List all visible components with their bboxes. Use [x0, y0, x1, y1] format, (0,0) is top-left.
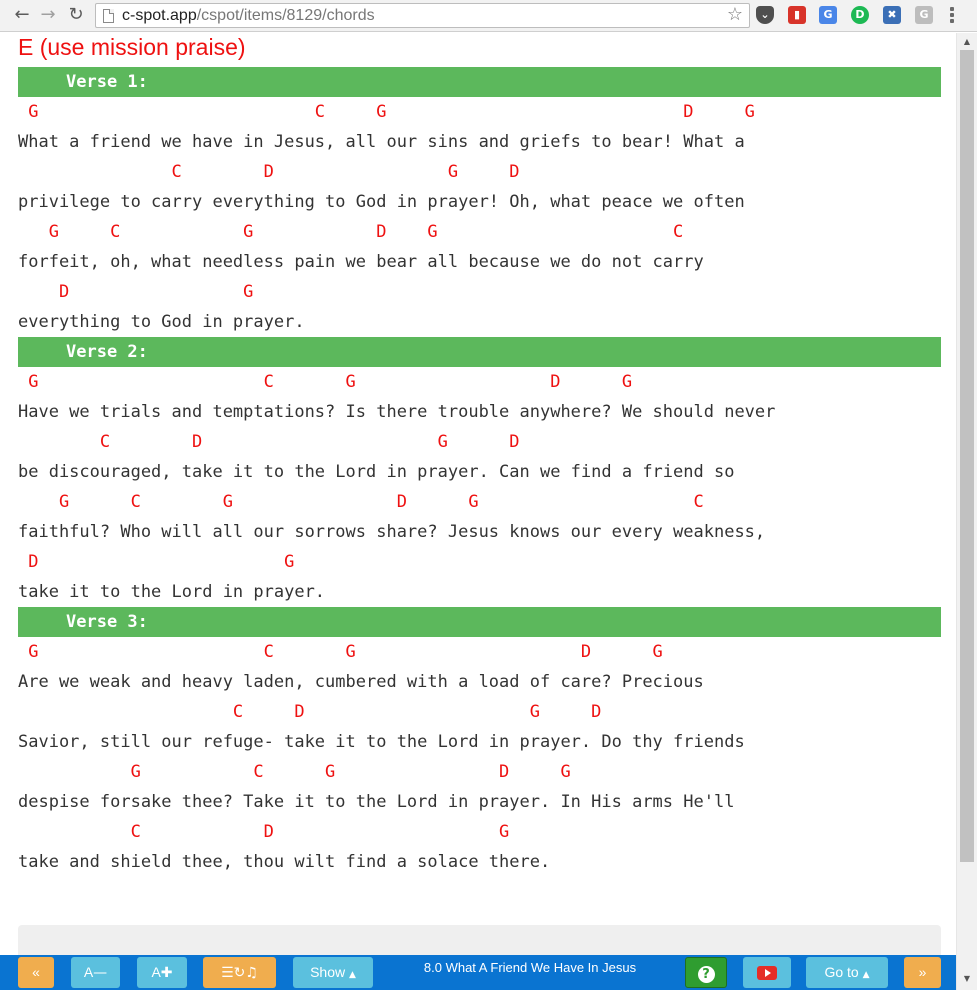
caret-up-icon: ▲: [862, 970, 870, 980]
extension-circle-icon[interactable]: D: [851, 6, 869, 24]
previous-item-button[interactable]: «: [18, 957, 54, 988]
chord-line: C D G D: [18, 432, 520, 452]
next-item-button[interactable]: »: [904, 957, 941, 988]
url-text[interactable]: c-spot.app/cspot/items/8129/chords: [122, 7, 375, 25]
translate-extension-icon[interactable]: G: [819, 6, 837, 24]
presentation-toolbar: « A— A✚ ☰↻♫ Show ▲ 8.0 What A Friend We …: [0, 955, 956, 990]
help-button[interactable]: ?: [685, 957, 727, 988]
reload-icon[interactable]: ↻: [64, 3, 88, 27]
verse-header: Verse 3:: [18, 607, 941, 637]
chord-line: G C G D G: [18, 102, 755, 122]
lyric-line: faithful? Who will all our sorrows share…: [18, 522, 766, 542]
font-smaller-button[interactable]: A—: [71, 957, 120, 988]
pocket-extension-icon[interactable]: ⌄: [756, 6, 774, 24]
plus-icon: ✚: [160, 965, 173, 981]
lyric-line: take and shield thee, thou wilt find a s…: [18, 852, 551, 872]
forward-arrow-icon[interactable]: →: [36, 3, 60, 27]
font-smaller-label: A: [83, 964, 94, 980]
bookmark-extension-icon[interactable]: ▮: [788, 6, 806, 24]
chord-line: D G: [18, 282, 254, 302]
verse-header: Verse 1:: [18, 67, 941, 97]
chord-line: C D G D: [18, 162, 520, 182]
help-icon: ?: [697, 965, 715, 983]
lyric-line: privilege to carry everything to God in …: [18, 192, 745, 212]
goto-menu-button[interactable]: Go to ▲: [806, 957, 888, 988]
youtube-icon: [757, 966, 777, 981]
youtube-button[interactable]: [743, 957, 791, 988]
font-larger-label: A: [151, 964, 161, 980]
g-extension-icon[interactable]: G: [915, 6, 933, 24]
x-extension-icon[interactable]: ✖: [883, 6, 901, 24]
page-scrollbar[interactable]: ▲ ▼: [956, 33, 977, 990]
url-path: /cspot/items/8129/chords: [196, 7, 375, 24]
back-arrow-icon[interactable]: ←: [10, 3, 34, 27]
double-right-icon: »: [918, 964, 927, 980]
chord-line: C D G: [18, 822, 510, 842]
lyric-line: take it to the Lord in prayer.: [18, 582, 326, 602]
scroll-up-arrow-icon[interactable]: ▲: [957, 35, 977, 49]
show-label: Show: [310, 964, 346, 980]
address-bar[interactable]: c-spot.app/cspot/items/8129/chords ☆: [95, 3, 750, 28]
item-title: 8.0 What A Friend We Have In Jesus: [423, 960, 637, 975]
song-key-note: E (use mission praise): [18, 34, 246, 60]
lyric-line: Are we weak and heavy laden, cumbered wi…: [18, 672, 704, 692]
scroll-down-arrow-icon[interactable]: ▼: [957, 972, 977, 986]
notes-panel: [18, 925, 941, 955]
font-larger-button[interactable]: A✚: [137, 957, 187, 988]
minus-icon: —: [93, 965, 108, 981]
chord-line: C D G D: [18, 702, 602, 722]
chords-page: E (use mission praise) Verse 1: G C G D …: [0, 33, 956, 955]
show-menu-button[interactable]: Show ▲: [293, 957, 373, 988]
scroll-thumb[interactable]: [960, 50, 974, 862]
lyric-line: forfeit, oh, what needless pain we bear …: [18, 252, 704, 272]
lyric-line: Savior, still our refuge- take it to the…: [18, 732, 745, 752]
lyric-line: despise forsake thee? Take it to the Lor…: [18, 792, 735, 812]
lyric-line: everything to God in prayer.: [18, 312, 305, 332]
double-left-icon: «: [32, 964, 40, 980]
verse-header: Verse 2:: [18, 337, 941, 367]
lyric-line: What a friend we have in Jesus, all our …: [18, 132, 745, 152]
caret-up-icon: ▲: [349, 970, 356, 980]
lyric-line: Have we trials and temptations? Is there…: [18, 402, 776, 422]
chord-line: G C G D G: [18, 372, 633, 392]
browser-menu-icon[interactable]: [949, 5, 955, 25]
bookmark-star-icon[interactable]: ☆: [727, 4, 743, 25]
lyric-line: be discouraged, take it to the Lord in p…: [18, 462, 735, 482]
toggle-sheet-button[interactable]: ☰↻♫: [203, 957, 276, 988]
chord-line: G C G D G: [18, 642, 663, 662]
chord-line: D G: [18, 552, 295, 572]
goto-label: Go to: [824, 964, 859, 980]
url-host: c-spot.app: [122, 7, 197, 24]
document-refresh-music-icon: ☰↻♫: [221, 965, 258, 981]
chord-line: G C G D G C: [18, 492, 704, 512]
page-icon: [103, 9, 114, 23]
browser-toolbar: ← → ↻ c-spot.app/cspot/items/8129/chords…: [0, 0, 977, 32]
chord-line: G C G D G: [18, 762, 571, 782]
chord-line: G C G D G C: [18, 222, 684, 242]
